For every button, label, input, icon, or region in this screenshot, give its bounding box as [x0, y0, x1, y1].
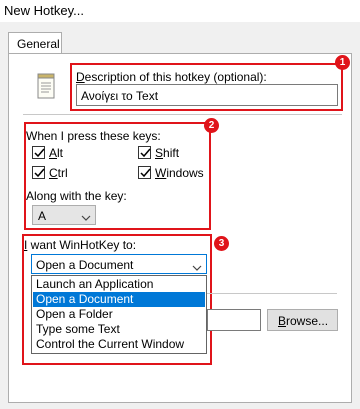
option-control-window[interactable]: Control the Current Window [33, 337, 205, 352]
notepad-icon [36, 72, 58, 100]
ctrl-checkbox[interactable] [32, 166, 45, 179]
chevron-down-icon [192, 261, 202, 275]
tab-general-label: General [17, 37, 60, 51]
along-key-label: Along with the key: [26, 189, 127, 203]
action-select[interactable]: Open a Document [31, 254, 207, 274]
action-dropdown-list: Launch an Application Open a Document Op… [31, 275, 207, 354]
keys-label: When I press these keys: [26, 129, 161, 143]
badge-3: 3 [214, 236, 229, 251]
alt-checkbox[interactable] [32, 146, 45, 159]
tab-general[interactable]: General [8, 32, 62, 54]
ctrl-label: Ctrl [49, 166, 68, 180]
group-separator [207, 293, 337, 294]
browse-button[interactable]: Browse... [267, 309, 338, 331]
shift-checkbox[interactable] [138, 146, 151, 159]
path-field[interactable] [207, 309, 261, 331]
windows-checkbox[interactable] [138, 166, 151, 179]
option-open-folder[interactable]: Open a Folder [33, 307, 205, 322]
key-select-value: A [38, 209, 47, 223]
window-title: New Hotkey... [4, 3, 84, 18]
key-select[interactable]: A [32, 205, 96, 225]
action-label: I want WinHotKey to: [24, 238, 137, 252]
chevron-down-icon [81, 211, 91, 225]
separator [23, 114, 342, 115]
action-select-value: Open a Document [36, 258, 134, 272]
description-field[interactable]: Ανοίγει το Text [76, 84, 338, 106]
shift-label: Shift [155, 146, 180, 160]
description-label-text: escription of this hotkey (optional): [84, 70, 267, 84]
alt-label: Alt [49, 146, 64, 160]
windows-label: Windows [155, 166, 204, 180]
badge-2: 2 [204, 118, 219, 133]
option-type-text[interactable]: Type some Text [33, 322, 205, 337]
option-launch-application[interactable]: Launch an Application [33, 277, 205, 292]
description-value: Ανοίγει το Text [81, 89, 159, 103]
badge-1: 1 [335, 55, 350, 70]
description-label: Description of this hotkey (optional): [76, 70, 267, 84]
option-open-document[interactable]: Open a Document [33, 292, 205, 307]
